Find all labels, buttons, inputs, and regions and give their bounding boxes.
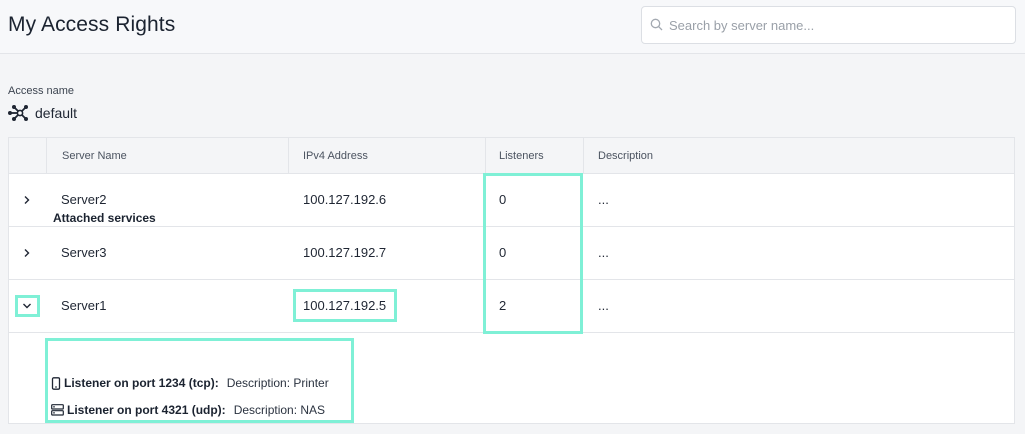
server-ip: 100.127.192.7 — [303, 245, 387, 260]
access-name-label: Access name — [8, 85, 75, 97]
server-icon — [51, 404, 64, 416]
top-bar: My Access Rights — [0, 0, 1025, 54]
service-item: Listener on port 1234 (tcp): Description… — [51, 375, 329, 391]
column-divider — [583, 138, 584, 174]
highlight-ip-address — [293, 289, 397, 322]
server-name: Server1 — [61, 298, 107, 313]
page-title: My Access Rights — [8, 13, 176, 36]
chevron-right-icon[interactable] — [21, 194, 33, 206]
column-divider — [46, 138, 47, 174]
service-name: Listener on port 1234 (tcp): — [64, 376, 219, 390]
network-hub-icon — [8, 105, 28, 121]
server-description: ... — [598, 298, 609, 313]
search-box[interactable] — [641, 6, 1016, 44]
search-icon — [650, 18, 663, 31]
column-header-description[interactable]: Description — [598, 138, 653, 174]
column-divider — [288, 138, 289, 174]
service-description: Description: NAS — [233, 403, 326, 417]
access-name-value: default — [8, 104, 77, 122]
chevron-right-icon[interactable] — [21, 247, 33, 259]
service-item: Listener on port 4321 (udp): Description… — [51, 402, 325, 418]
highlight-expand-toggle — [15, 295, 40, 317]
service-description: Description: Printer — [226, 376, 329, 390]
server-description: ... — [598, 245, 609, 260]
highlight-listeners-column — [483, 173, 583, 334]
mobile-device-icon — [51, 376, 61, 390]
column-header-listeners[interactable]: Listeners — [499, 138, 544, 174]
search-input[interactable] — [669, 7, 1009, 43]
column-divider — [485, 138, 486, 174]
access-name-text: default — [35, 105, 78, 121]
table-header: Server Name IPv4 Address Listeners Descr… — [9, 138, 1014, 174]
column-header-server-name[interactable]: Server Name — [62, 138, 127, 174]
column-header-ipv4[interactable]: IPv4 Address — [303, 138, 368, 174]
server-ip: 100.127.192.6 — [303, 192, 387, 207]
server-description: ... — [598, 192, 609, 207]
service-name: Listener on port 4321 (udp): — [67, 403, 226, 417]
server-name: Server3 — [61, 245, 107, 260]
attached-services-title: Attached services — [53, 211, 156, 225]
